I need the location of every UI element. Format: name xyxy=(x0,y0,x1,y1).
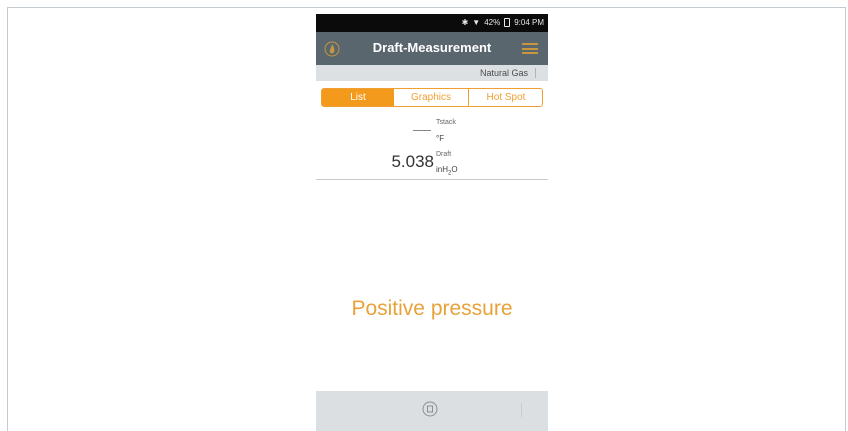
page-title: Draft-Measurement xyxy=(372,40,492,55)
draft-label: Draft xyxy=(436,151,452,158)
pressure-message: Positive pressure xyxy=(351,297,513,320)
tstack-unit: °F xyxy=(436,134,445,143)
tstack-value-placeholder xyxy=(413,130,431,131)
readings-list: Tstack °F 5.038 Draft inH2O xyxy=(316,113,548,180)
tab-hot-spot[interactable]: Hot Spot xyxy=(469,89,542,106)
fuel-selector[interactable]: Natural Gas xyxy=(316,65,548,81)
device-screen: ✱ ▼ 42% 9:04 PM Draft-Measurement Natura… xyxy=(316,14,548,431)
stop-icon[interactable] xyxy=(422,401,438,417)
bottom-divider xyxy=(521,403,522,417)
fuel-label: Natural Gas xyxy=(479,68,528,78)
wifi-icon: ▼ xyxy=(472,18,481,27)
view-tabs: List Graphics Hot Spot xyxy=(321,88,543,107)
status-time: 9:04 PM xyxy=(514,18,544,27)
app-bar: Draft-Measurement xyxy=(316,32,548,65)
bluetooth-icon: ✱ xyxy=(461,18,469,27)
draft-value: 5.038 xyxy=(391,152,434,171)
menu-icon[interactable] xyxy=(522,43,538,54)
battery-percent: 42% xyxy=(484,18,501,27)
fuel-divider xyxy=(535,68,536,78)
tab-list[interactable]: List xyxy=(322,89,394,106)
tab-graphics[interactable]: Graphics xyxy=(394,89,469,106)
tstack-label: Tstack xyxy=(436,119,456,126)
bottom-bar xyxy=(316,391,548,431)
draft-unit: inH2O xyxy=(436,165,458,177)
battery-icon xyxy=(504,18,511,27)
status-bar: ✱ ▼ 42% 9:04 PM xyxy=(316,14,548,32)
